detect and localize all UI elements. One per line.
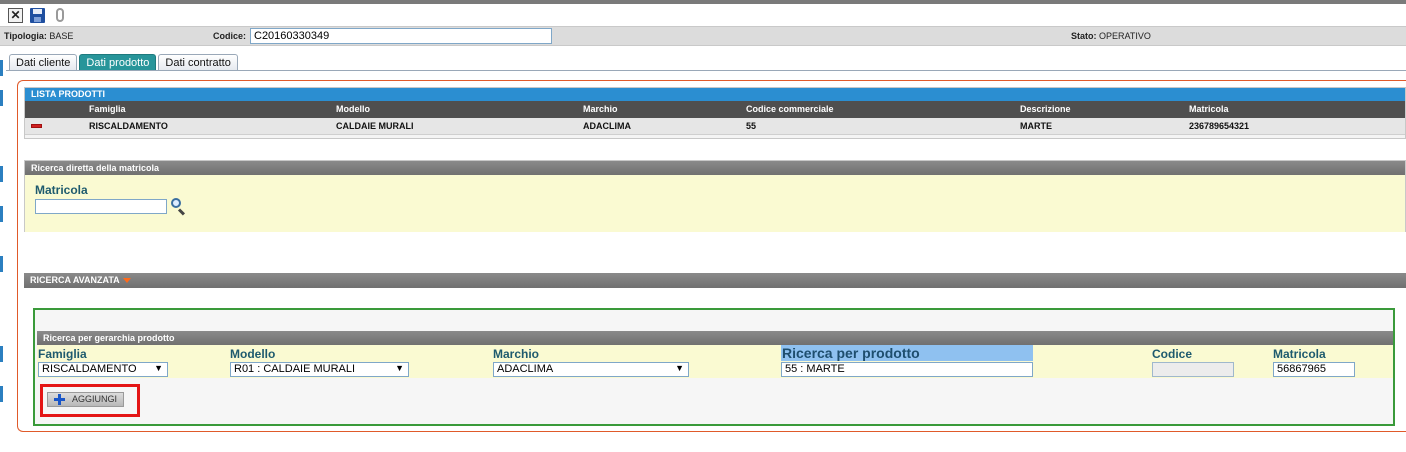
- stato-label: Stato: OPERATIVO: [1071, 31, 1151, 41]
- close-icon[interactable]: ✕: [8, 7, 23, 23]
- ricerca-diretta-title: Ricerca diretta della matricola: [25, 161, 1405, 175]
- marchio-selected: ADACLIMA: [497, 363, 554, 375]
- ricerca-avanzata-label: RICERCA AVANZATA: [30, 275, 120, 285]
- column-header: Famiglia: [89, 104, 126, 114]
- search-icon[interactable]: [169, 197, 187, 216]
- triangle-down-icon: [122, 278, 131, 284]
- tipologia-value: BASE: [49, 31, 74, 41]
- info-bar: Tipologia: BASE Codice: C20160330349 Sta…: [0, 26, 1406, 46]
- ricerca-prodotto-input[interactable]: 55 : MARTE: [781, 362, 1033, 377]
- matricola-label: Matricola: [35, 183, 88, 197]
- ricerca-diretta-panel: Ricerca diretta della matricola Matricol…: [24, 160, 1406, 232]
- top-stripe: [0, 0, 1406, 4]
- modello-label: Modello: [230, 347, 276, 361]
- lista-prodotti-header-row: Famiglia Modello Marchio Codice commerci…: [25, 101, 1405, 118]
- aggiungi-label: AGGIUNGI: [72, 394, 118, 404]
- paperclip-icon[interactable]: [52, 8, 67, 23]
- column-header: Descrizione: [1020, 104, 1071, 114]
- codice-label: Codice: [1152, 347, 1193, 361]
- gerarchia-title: Ricerca per gerarchia prodotto: [37, 331, 1393, 345]
- table-row: RISCALDAMENTO CALDAIE MURALI ADACLIMA 55…: [25, 118, 1405, 135]
- tab-dati-contratto[interactable]: Dati contratto: [158, 54, 238, 71]
- marchio-select[interactable]: ADACLIMA ▼: [493, 362, 689, 377]
- tipologia-label: Tipologia: BASE: [4, 31, 74, 41]
- gerarchia-fields-row: Famiglia RISCALDAMENTO ▼ Modello R01 : CA…: [37, 345, 1393, 378]
- matricola-input[interactable]: 56867965: [1273, 362, 1355, 377]
- table-cell: 236789654321: [1189, 121, 1250, 131]
- table-cell: 55: [746, 121, 757, 131]
- lista-prodotti-title: LISTA PRODOTTI: [25, 88, 1405, 101]
- tab-bar: Dati cliente Dati prodotto Dati contratt…: [9, 54, 238, 71]
- tab-dati-prodotto[interactable]: Dati prodotto: [79, 54, 157, 71]
- modello-select[interactable]: R01 : CALDAIE MURALI ▼: [230, 362, 409, 377]
- floppy-save-icon[interactable]: [30, 7, 45, 23]
- column-header: Marchio: [583, 104, 618, 114]
- dropdown-arrow-icon: ▼: [675, 363, 684, 373]
- codice-label: Codice:: [213, 31, 247, 41]
- modello-selected: R01 : CALDAIE MURALI: [234, 363, 356, 375]
- toolbar: ✕: [8, 7, 67, 23]
- left-edge-strip: [0, 46, 3, 452]
- table-cell: MARTE: [1020, 121, 1052, 131]
- tab-divider: [6, 70, 1406, 71]
- ricerca-diretta-body: Matricola: [25, 175, 1405, 232]
- lista-prodotti-panel: LISTA PRODOTTI Famiglia Modello Marchio …: [24, 87, 1406, 139]
- plus-icon: [54, 394, 65, 405]
- table-cell: CALDAIE MURALI: [336, 121, 414, 131]
- dropdown-arrow-icon: ▼: [395, 363, 404, 373]
- stato-value: OPERATIVO: [1099, 31, 1151, 41]
- ricerca-avanzata-panel: Ricerca per gerarchia prodotto Famiglia …: [33, 308, 1395, 426]
- codice-input: [1152, 362, 1234, 377]
- famiglia-selected: RISCALDAMENTO: [42, 363, 137, 375]
- matricola-label: Matricola: [1273, 347, 1326, 361]
- codice-field[interactable]: C20160330349: [250, 28, 552, 44]
- ricerca-prodotto-label: Ricerca per prodotto: [781, 345, 1033, 361]
- table-cell: ADACLIMA: [583, 121, 631, 131]
- ricerca-avanzata-toggle[interactable]: RICERCA AVANZATA: [24, 273, 1406, 288]
- tab-dati-cliente[interactable]: Dati cliente: [9, 54, 78, 71]
- table-cell: RISCALDAMENTO: [89, 121, 168, 131]
- aggiungi-button[interactable]: AGGIUNGI: [47, 392, 124, 407]
- dropdown-arrow-icon: ▼: [154, 363, 163, 373]
- column-header: Modello: [336, 104, 370, 114]
- column-header: Matricola: [1189, 104, 1229, 114]
- column-header: Codice commerciale: [746, 104, 834, 114]
- famiglia-select[interactable]: RISCALDAMENTO ▼: [38, 362, 168, 377]
- marchio-label: Marchio: [493, 347, 540, 361]
- remove-row-icon[interactable]: [31, 124, 42, 128]
- famiglia-label: Famiglia: [38, 347, 87, 361]
- matricola-search-input[interactable]: [35, 199, 167, 214]
